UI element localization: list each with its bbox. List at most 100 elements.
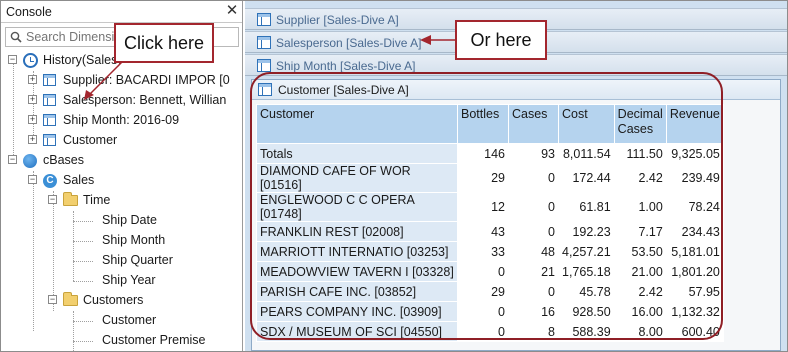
tree-item-customer-premise[interactable]: Customer Premise [1, 331, 237, 351]
search-icon [10, 31, 22, 43]
value-cell: 1,132.32 [665, 301, 724, 322]
customer-cell: MEADOWVIEW TAVERN I [03328] [256, 261, 458, 282]
value-cell: 0 [508, 192, 559, 222]
value-cell: 29 [457, 281, 509, 302]
tree-item-sales[interactable]: − C Sales [1, 171, 237, 191]
tree-item-supplier[interactable]: + Supplier: BACARDI IMPOR [0 [1, 71, 237, 91]
value-cell: 21.00 [613, 261, 667, 282]
value-cell: 0 [508, 163, 559, 193]
table-row[interactable]: FRANKLIN REST [02008] 43 0 192.23 7.17 234.43 [256, 221, 724, 242]
tree-item-customers[interactable]: − Customers [1, 291, 237, 311]
console-header: Console ✕ [1, 1, 242, 23]
tree-item-label: History(Sales) [43, 53, 122, 67]
table-row[interactable]: PARISH CAFE INC. [03852] 29 0 45.78 2.42 57.9… [256, 281, 724, 302]
tree-item-salesperson[interactable]: + Salesperson: Bennett, Willian [1, 91, 237, 111]
column-header-cases[interactable]: Cases [508, 104, 559, 144]
value-cell: 12 [457, 192, 509, 222]
tree-item-time[interactable]: − Time [1, 191, 237, 211]
value-cell: 9,325.05 [665, 143, 724, 164]
tree-item-label: Time [83, 193, 111, 207]
column-header-customer[interactable]: Customer [256, 104, 458, 144]
tree-item-ship-year[interactable]: Ship Year [1, 271, 237, 291]
value-cell: 33 [457, 241, 509, 262]
customer-cell: DIAMOND CAFE OF WOR [01516] [256, 163, 458, 193]
value-cell: 2.42 [613, 163, 667, 193]
table-row[interactable]: MEADOWVIEW TAVERN I [03328] 0 21 1,765.18 21… [256, 261, 724, 282]
customer-cell: FRANKLIN REST [02008] [256, 221, 458, 242]
value-cell: 16.00 [613, 301, 667, 322]
table-row[interactable]: ENGLEWOOD C C OPERA [01748] 12 0 61.81 1.00 7… [256, 192, 724, 222]
value-cell: 4,257.21 [558, 241, 615, 262]
tree-item-label: Ship Quarter [102, 253, 173, 267]
value-cell: 0 [508, 281, 559, 302]
cbase-c-icon: C [43, 174, 57, 188]
grid-icon [257, 59, 271, 72]
tree-item-label: Ship Month [102, 233, 166, 247]
tree-item-ship-date[interactable]: Ship Date [1, 211, 237, 231]
annotation-text: Or here [470, 30, 532, 50]
console-title: Console [6, 5, 52, 19]
tree-item-ship-month-dim[interactable]: Ship Month [1, 231, 237, 251]
value-cell: 600.40 [665, 321, 724, 342]
value-cell: 8,011.54 [558, 143, 615, 164]
value-cell: 8.00 [613, 321, 667, 342]
value-cell: 29 [457, 163, 509, 193]
tree-item-ship-month[interactable]: + Ship Month: 2016-09 [1, 111, 237, 131]
collapse-icon[interactable]: − [8, 155, 17, 164]
customer-cell: ENGLEWOOD C C OPERA [01748] [256, 192, 458, 222]
value-cell: 192.23 [558, 221, 615, 242]
tab-label: Supplier [Sales-Dive A] [276, 13, 399, 27]
history-icon [23, 53, 38, 68]
tree-item-label: Sales [63, 173, 95, 187]
tree-item-customer-dim[interactable]: Customer [1, 311, 237, 331]
tree-item-cbases[interactable]: − cBases [1, 151, 237, 171]
value-cell: 1,765.18 [558, 261, 615, 282]
expand-icon[interactable]: + [28, 115, 37, 124]
value-cell: 45.78 [558, 281, 615, 302]
value-cell: 93 [508, 143, 559, 164]
column-header-decimal-cases[interactable]: Decimal Cases [613, 104, 667, 144]
table-row[interactable]: DIAMOND CAFE OF WOR [01516] 29 0 172.44 2.42… [256, 163, 724, 193]
column-header-bottles[interactable]: Bottles [457, 104, 509, 144]
expand-icon[interactable]: + [28, 75, 37, 84]
collapse-icon[interactable]: − [8, 55, 17, 64]
grid-icon [257, 13, 271, 26]
customer-cell: PEARS COMPANY INC. [03909] [256, 301, 458, 322]
value-cell: 61.81 [558, 192, 615, 222]
table-header-row: Customer Bottles Cases Cost Decimal Case… [256, 104, 724, 144]
tree-item-label: Customer Premise [102, 333, 206, 347]
table-row[interactable]: MARRIOTT INTERNATIO [03253] 33 48 4,257.21 5… [256, 241, 724, 262]
collapse-icon[interactable]: − [28, 175, 37, 184]
column-header-cost[interactable]: Cost [558, 104, 615, 144]
totals-row[interactable]: Totals 146 93 8,011.54 111.50 9,325.05 [256, 143, 724, 164]
customer-cell: SDX / MUSEUM OF SCI [04550] [256, 321, 458, 342]
grid-icon [43, 134, 56, 146]
expand-icon[interactable]: + [28, 95, 37, 104]
expand-icon[interactable]: + [28, 135, 37, 144]
tree-item-label: Ship Date [102, 213, 157, 227]
value-cell: 8 [508, 321, 559, 342]
value-cell: 0 [457, 321, 509, 342]
annotation-callout: Click here [114, 23, 214, 63]
table-row[interactable]: SDX / MUSEUM OF SCI [04550] 0 8 588.39 8.00 6… [256, 321, 724, 342]
value-cell: 588.39 [558, 321, 615, 342]
tree-item-label: Salesperson: Bennett, Willian [63, 93, 227, 107]
value-cell: 48 [508, 241, 559, 262]
grid-icon [257, 36, 271, 49]
collapse-icon[interactable]: − [48, 295, 57, 304]
grid-icon [43, 94, 56, 106]
tree-item-label: cBases [43, 153, 84, 167]
tree-item-ship-quarter[interactable]: Ship Quarter [1, 251, 237, 271]
collapse-icon[interactable]: − [48, 195, 57, 204]
customer-cell: PARISH CAFE INC. [03852] [256, 281, 458, 302]
value-cell: 234.43 [665, 221, 724, 242]
folder-icon [63, 192, 78, 206]
grid-icon [43, 74, 56, 86]
value-cell: 0 [508, 221, 559, 242]
tab-label: Salesperson [Sales-Dive A] [276, 36, 422, 50]
close-icon[interactable]: ✕ [223, 2, 241, 20]
column-header-revenue[interactable]: Revenue [665, 104, 724, 144]
panel-header[interactable]: Customer [Sales-Dive A] [252, 80, 780, 100]
tree-item-customer[interactable]: + Customer [1, 131, 237, 151]
table-row[interactable]: PEARS COMPANY INC. [03909] 0 16 928.50 16.00… [256, 301, 724, 322]
